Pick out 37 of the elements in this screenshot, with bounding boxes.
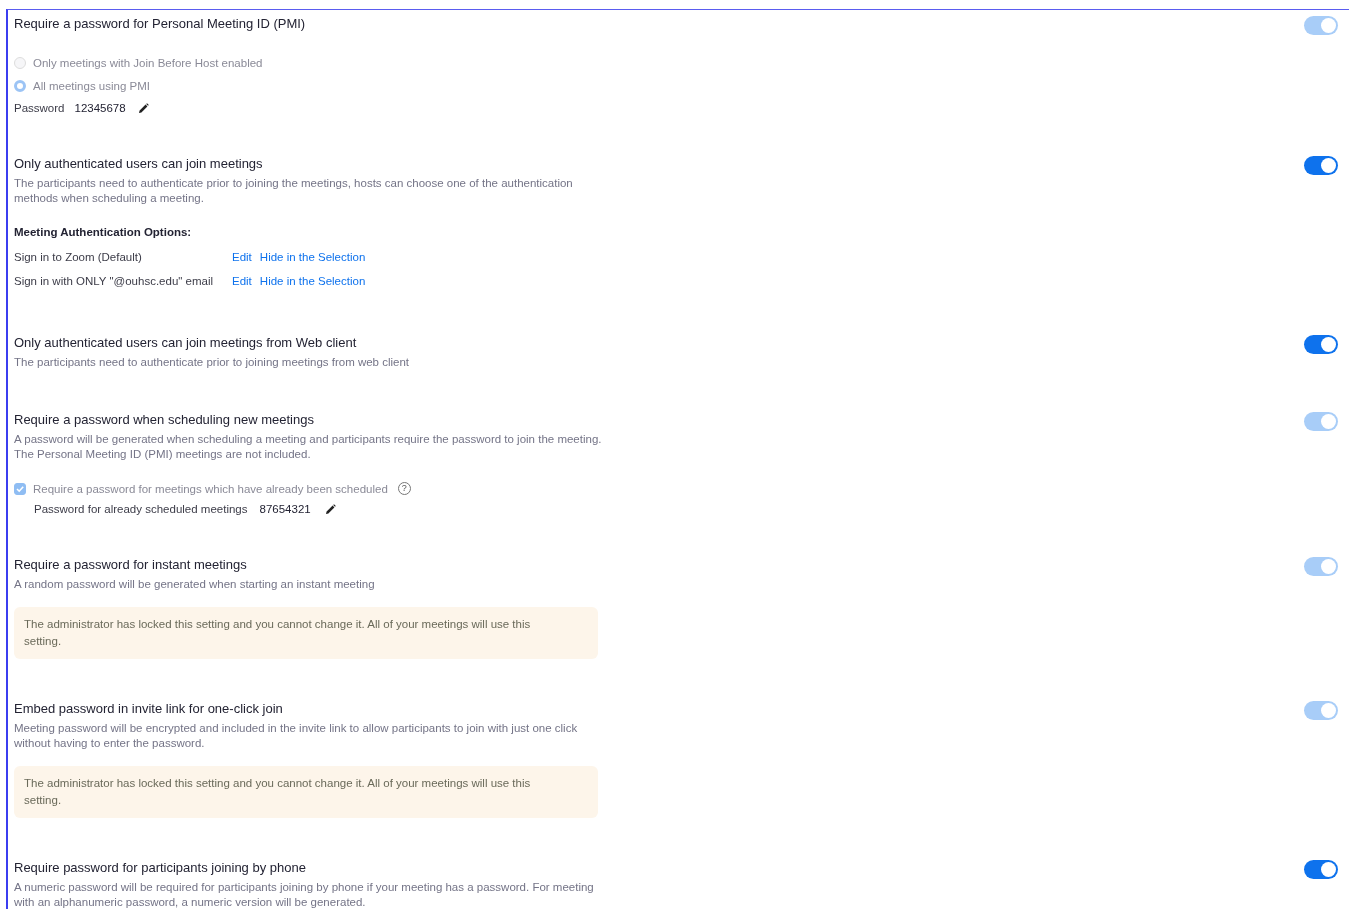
section-heading: Meeting Authentication Options:: [14, 226, 193, 238]
radio-label: Only meetings with Join Before Host enabled: [33, 56, 263, 69]
toggle-switch[interactable]: [1304, 860, 1338, 879]
checkbox[interactable]: [14, 482, 26, 495]
pencil-icon[interactable]: [137, 102, 149, 114]
setting-title: Require password for participants joining by phone: [14, 860, 307, 876]
pencil-icon[interactable]: [324, 503, 336, 515]
setting-title: Require a password for instant meetings: [14, 557, 248, 573]
edit-link[interactable]: Edit: [232, 251, 252, 263]
password-label: Password: [14, 102, 65, 114]
checkbox-label: Require a password for meetings which have already been scheduled: [33, 482, 388, 495]
radio-label: All meetings using PMI: [33, 79, 150, 92]
radio-button[interactable]: [14, 56, 26, 69]
password-value: 12345678: [74, 102, 126, 114]
setting-title: Require a password when scheduling new meetings: [14, 412, 315, 428]
setting-description: A password will be generated when scheduling a meeting and participants require the password to join the meeting. The Personal Meeting ID (PMI) meetings are not included.: [14, 432, 603, 462]
password-value: 87654321: [259, 503, 311, 515]
setting-description: The participants need to authenticate prior to joining meetings from web client: [14, 355, 411, 370]
hide-link[interactable]: Hide in the Selection: [259, 275, 366, 287]
setting-description: A numeric password will be required for participants joining by phone if your meeting has a password. For meeting with an alphanumeric password, a numeric version will be generated.: [14, 880, 595, 909]
locked-notice: The administrator has locked this setting and you cannot change it. All of your meetings will use this setting.: [14, 607, 598, 659]
setting-description: Meeting password will be encrypted and included in the invite link to allow participants to join with just one click without having to enter the password.: [14, 721, 579, 751]
setting-title: Only authenticated users can join meetings: [14, 156, 264, 172]
edit-link[interactable]: Edit: [232, 275, 252, 287]
setting-title: Require a password for Personal Meeting ID (PMI): [14, 16, 307, 32]
hide-link[interactable]: Hide in the Selection: [259, 251, 366, 263]
toggle-switch[interactable]: [1304, 156, 1338, 175]
locked-notice: The administrator has locked this setting and you cannot change it. All of your meetings will use this setting.: [14, 766, 598, 818]
setting-title: Embed password in invite link for one-click join: [14, 701, 284, 717]
password-label: Password for already scheduled meetings: [34, 503, 248, 515]
setting-description: The participants need to authenticate prior to joining the meetings, hosts can choose one of the authentication methods when scheduling a meeting.: [14, 176, 574, 206]
setting-title: Only authenticated users can join meetings from Web client: [14, 335, 358, 351]
auth-option-label: Sign in with ONLY "@ouhsc.edu" email: [14, 275, 215, 287]
auth-option-label: Sign in to Zoom (Default): [14, 251, 143, 263]
toggle-switch[interactable]: [1304, 335, 1338, 354]
radio-button[interactable]: [14, 79, 26, 92]
setting-description: A random password will be generated when starting an instant meeting: [14, 577, 376, 592]
